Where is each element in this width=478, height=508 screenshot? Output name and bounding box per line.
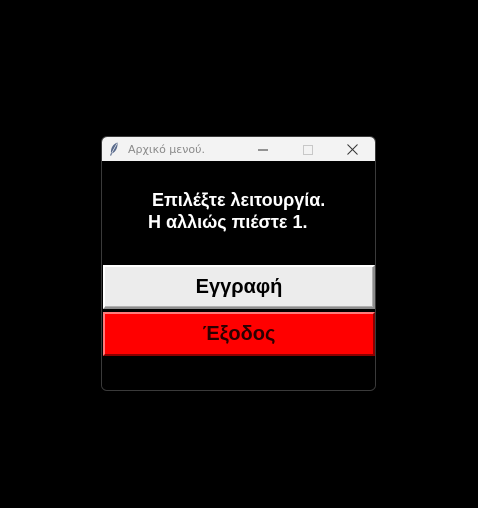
- desktop: Αρχικό μενού. Επιλέξτε λειτουργία. Η αλλ…: [0, 0, 478, 508]
- close-icon: [347, 140, 358, 159]
- window-title: Αρχικό μενού.: [128, 142, 205, 156]
- main-content: Επιλέξτε λειτουργία. Η αλλιώς πιέστε 1. …: [102, 161, 375, 390]
- close-button[interactable]: [330, 137, 375, 161]
- minimize-button[interactable]: [240, 137, 285, 161]
- exit-button[interactable]: Έξοδος: [103, 312, 375, 356]
- instruction-line-1: Επιλέξτε λειτουργία.: [152, 190, 326, 210]
- window-controls: [240, 137, 375, 161]
- register-button[interactable]: Εγγραφή: [103, 265, 375, 309]
- app-window: Αρχικό μενού. Επιλέξτε λειτουργία. Η αλλ…: [101, 136, 376, 391]
- maximize-icon: [302, 140, 313, 159]
- maximize-button[interactable]: [285, 137, 330, 161]
- register-button-label: Εγγραφή: [195, 275, 283, 298]
- instruction-line-2: Η αλλιώς πιέστε 1.: [148, 212, 308, 232]
- feather-icon: [108, 142, 120, 156]
- exit-button-label: Έξοδος: [202, 322, 276, 345]
- minimize-icon: [257, 140, 268, 159]
- title-bar[interactable]: Αρχικό μενού.: [102, 137, 375, 161]
- instruction-text: Επιλέξτε λειτουργία. Η αλλιώς πιέστε 1.: [102, 189, 375, 233]
